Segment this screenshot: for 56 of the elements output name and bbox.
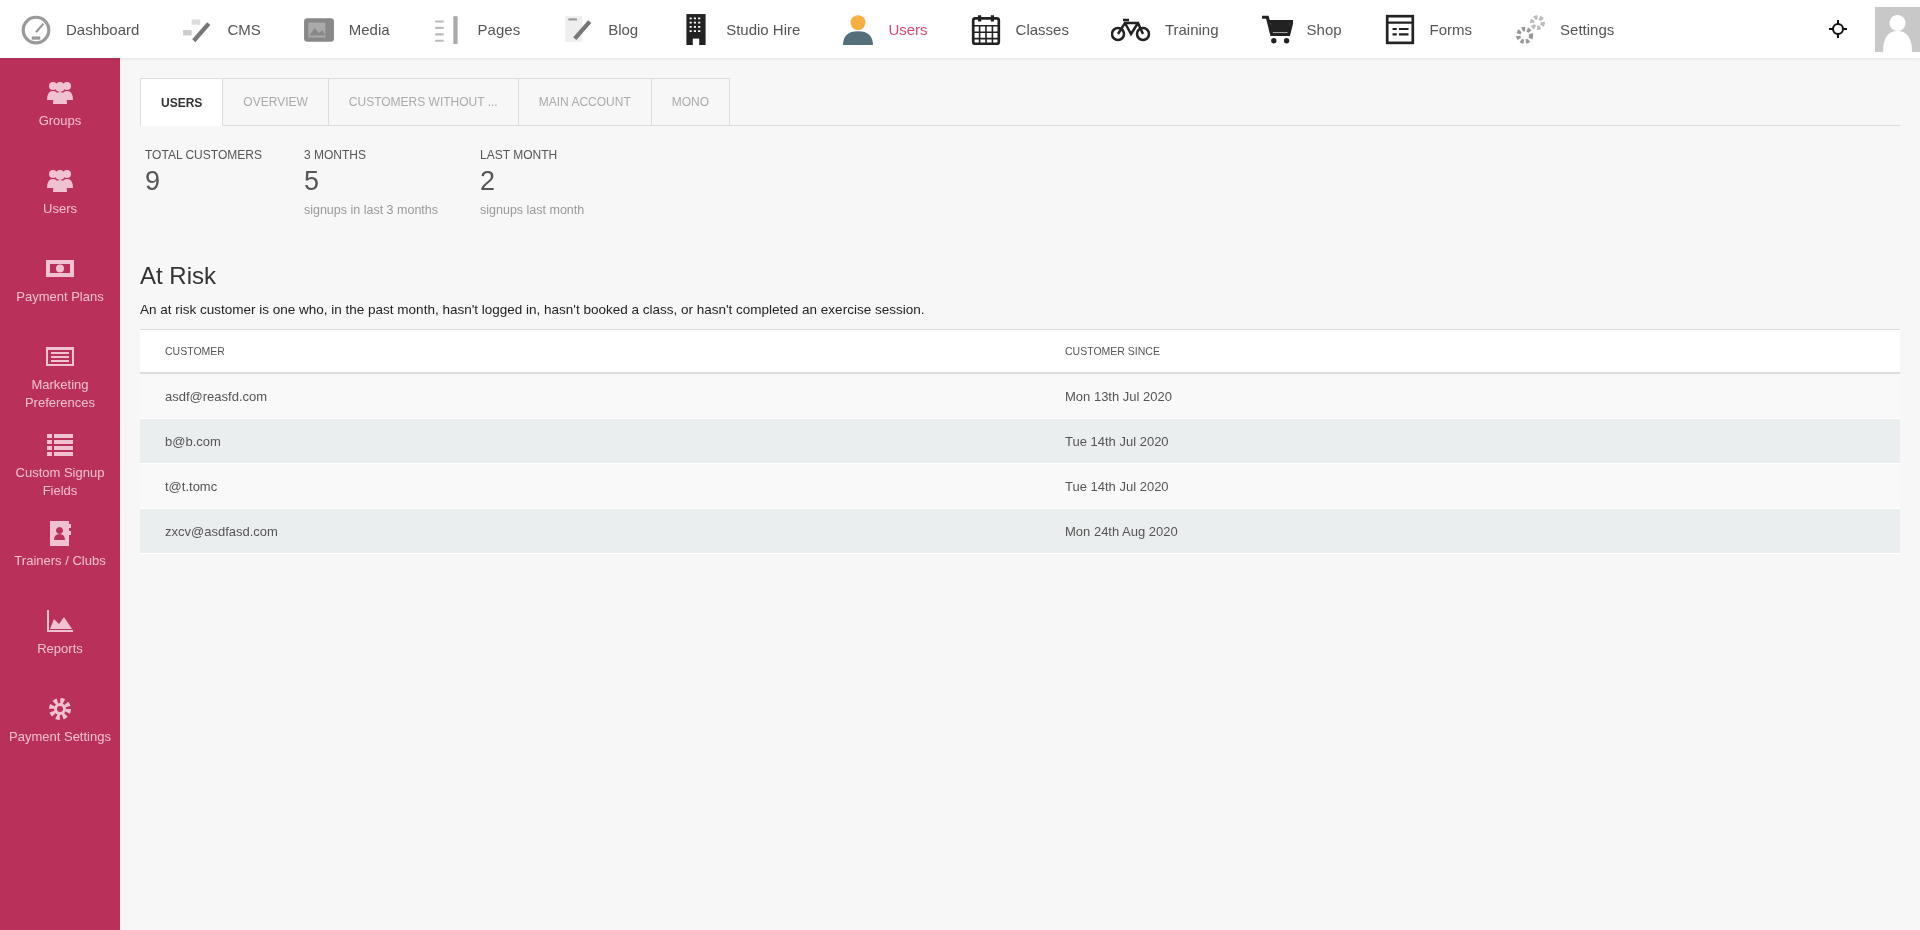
nav-item[interactable]: Blog xyxy=(562,13,639,45)
people-icon xyxy=(45,80,75,106)
area-chart-icon xyxy=(45,608,75,634)
sidebar-item[interactable]: Payment Plans xyxy=(0,242,120,330)
nav-item[interactable]: Users xyxy=(842,13,928,45)
person-icon xyxy=(842,13,875,45)
people-icon xyxy=(45,168,75,194)
stat-value: 2 xyxy=(480,166,497,197)
nav-item[interactable]: Shop xyxy=(1260,13,1342,45)
nav-item[interactable]: CMS xyxy=(181,13,261,45)
table-cell-text: zxcv@asdfasd.com xyxy=(165,523,279,539)
column-header: CUSTOMER xyxy=(165,345,226,357)
tab[interactable]: OVERVIEW xyxy=(223,78,329,125)
table-cell-text: t@t.tomc xyxy=(165,478,219,494)
cart-icon xyxy=(1260,13,1293,45)
table-cell-text: Tue 14th Jul 2020 xyxy=(1065,478,1170,494)
sidebar-item[interactable]: Users xyxy=(0,154,120,242)
gears-icon xyxy=(1514,13,1547,45)
move-icon[interactable] xyxy=(1829,20,1847,38)
table-cell-text: Mon 13th Jul 2020 xyxy=(1065,388,1173,404)
nav-item[interactable]: Pages xyxy=(431,13,521,45)
stat-label: TOTAL CUSTOMERS xyxy=(145,148,262,162)
section-description: An at risk customer is one who, in the past month, hasn't logged in, hasn't booked a class, or hasn't completed an exercise session. xyxy=(140,302,926,317)
table-cell-text: b@b.com xyxy=(165,433,222,449)
section-title: At Risk xyxy=(140,262,217,290)
stat-note: signups in last 3 months xyxy=(303,203,438,217)
nav-item[interactable]: Forms xyxy=(1383,13,1473,45)
list-icon xyxy=(45,432,75,458)
nav-item[interactable]: Media xyxy=(302,13,390,45)
table-cell-text: Mon 24th Aug 2020 xyxy=(1065,523,1179,539)
stat-label: 3 MONTHS xyxy=(303,148,367,162)
nav-item[interactable]: Training xyxy=(1110,13,1219,45)
tab[interactable]: MAIN ACCOUNT xyxy=(518,78,652,125)
sidebar-item[interactable]: Custom Signup Fields xyxy=(0,418,120,506)
sidebar-item[interactable]: Groups xyxy=(0,66,120,154)
table-cell-text: Tue 14th Jul 2020 xyxy=(1065,433,1170,449)
nav-item[interactable]: Studio Hire xyxy=(680,13,801,45)
gauge-icon xyxy=(20,13,52,45)
tab[interactable]: MONO xyxy=(651,78,731,125)
sidebar-item[interactable]: Payment Settings xyxy=(0,682,120,770)
sidebar-item[interactable]: Trainers / Clubs xyxy=(0,506,120,594)
stat-note: signups last month xyxy=(480,203,586,217)
sidebar-item[interactable]: Reports xyxy=(0,594,120,682)
form-icon xyxy=(1383,13,1416,45)
nav-item[interactable]: Settings xyxy=(1514,13,1615,45)
sidebar-item[interactable]: Marketing Preferences xyxy=(0,330,120,418)
calendar-icon xyxy=(969,13,1002,45)
stat-value: 9 xyxy=(145,166,162,197)
tab[interactable]: CUSTOMERS WITHOUT ... xyxy=(328,78,519,125)
tab[interactable]: USERS xyxy=(140,78,224,126)
nav-item[interactable]: Classes xyxy=(969,13,1069,45)
stat-label: LAST MONTH xyxy=(480,148,559,162)
stat-value: 5 xyxy=(303,166,320,197)
table-cell-text: asdf@reasfd.com xyxy=(165,388,269,404)
column-header: CUSTOMER SINCE xyxy=(1065,345,1161,357)
nav-item[interactable]: Dashboard xyxy=(20,13,140,45)
